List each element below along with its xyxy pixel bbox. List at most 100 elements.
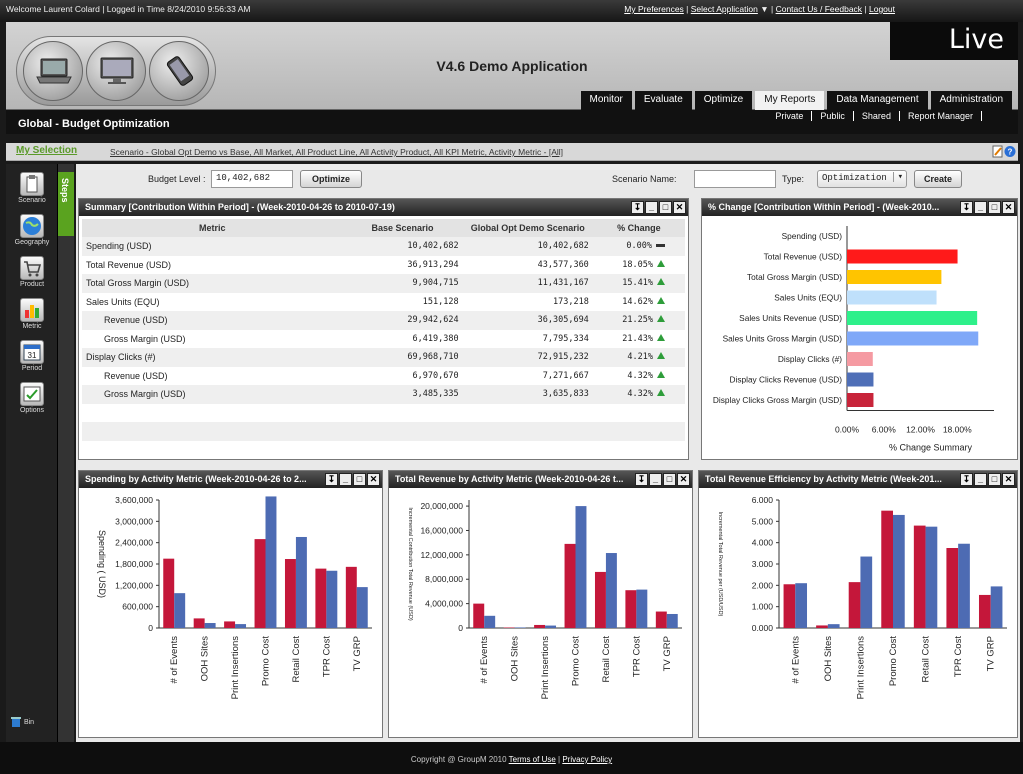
bar-series-1[interactable] (594, 571, 606, 628)
bar-series-2[interactable] (575, 506, 587, 628)
bar-series-2[interactable] (204, 623, 216, 628)
bar-series-2[interactable] (605, 553, 617, 628)
close-icon[interactable]: ✕ (673, 201, 686, 214)
tab-administration[interactable]: Administration (930, 91, 1012, 110)
terms-link[interactable]: Terms of Use (509, 755, 556, 764)
chevron-down-icon[interactable]: ▾ (892, 172, 903, 182)
close-icon[interactable]: ✕ (1002, 473, 1015, 486)
privacy-link[interactable]: Privacy Policy (562, 755, 612, 764)
maximize-icon[interactable]: □ (988, 473, 1001, 486)
contact-us-link[interactable]: Contact Us / Feedback (776, 4, 862, 14)
close-icon[interactable]: ✕ (677, 473, 690, 486)
bar-series-1[interactable] (881, 510, 893, 628)
table-row[interactable]: Total Gross Margin (USD) 9,904,715 11,431,… (82, 274, 685, 293)
bar-series-1[interactable] (625, 590, 637, 628)
table-row[interactable]: Display Clicks (#) 69,968,710 72,915,232 4.… (82, 348, 685, 367)
edit-icon[interactable] (992, 145, 1003, 158)
table-row[interactable]: Spending (USD) 10,402,682 10,402,682 0.00% (82, 237, 685, 256)
bar-series-2[interactable] (265, 496, 277, 628)
maximize-icon[interactable]: □ (659, 201, 672, 214)
bar-series-1[interactable] (193, 618, 205, 628)
col-header-base[interactable]: Base Scenario (342, 219, 463, 237)
selection-crumbs[interactable]: Scenario - Global Opt Demo vs Base, All … (110, 147, 563, 157)
bar-series-2[interactable] (827, 624, 840, 628)
maximize-icon[interactable]: □ (353, 473, 366, 486)
tab-evaluate[interactable]: Evaluate (634, 91, 692, 110)
subnav-shared[interactable]: Shared (854, 111, 900, 121)
bar-series-1[interactable] (655, 611, 667, 628)
logout-link[interactable]: Logout (869, 4, 895, 14)
table-row[interactable]: Sales Units (EQU) 151,128 173,218 14.62% (82, 293, 685, 312)
type-select[interactable]: Optimization ▾ (817, 170, 907, 188)
bar[interactable] (847, 393, 874, 407)
maximize-icon[interactable]: □ (988, 201, 1001, 214)
export-icon[interactable]: ↧ (960, 201, 973, 214)
bar[interactable] (847, 331, 979, 346)
close-icon[interactable]: ✕ (367, 473, 380, 486)
bar-series-1[interactable] (848, 582, 861, 628)
create-button[interactable]: Create (914, 170, 962, 188)
tab-optimize[interactable]: Optimize (694, 91, 753, 110)
budget-level-input[interactable]: 10,402,682 (211, 170, 293, 188)
minimize-icon[interactable]: _ (974, 473, 987, 486)
bar-series-2[interactable] (636, 589, 648, 628)
sidebar-item-metric[interactable]: Metric (14, 298, 50, 330)
bar-series-2[interactable] (356, 587, 368, 628)
bar-series-1[interactable] (534, 624, 546, 628)
bar-series-1[interactable] (284, 559, 296, 628)
minimize-icon[interactable]: _ (645, 201, 658, 214)
bar-series-1[interactable] (315, 568, 327, 628)
optimize-button[interactable]: Optimize (300, 170, 362, 188)
scenario-name-input[interactable] (694, 170, 776, 188)
bar-series-2[interactable] (484, 615, 496, 628)
bar-series-1[interactable] (783, 584, 796, 628)
bar-series-2[interactable] (174, 593, 186, 628)
bar-series-2[interactable] (295, 536, 307, 628)
bar-series-1[interactable] (978, 594, 991, 628)
subnav-report-manager[interactable]: Report Manager (900, 111, 982, 121)
bar-series-2[interactable] (235, 624, 247, 628)
minimize-icon[interactable]: _ (974, 201, 987, 214)
tab-monitor[interactable]: Monitor (580, 91, 632, 110)
col-header-pct[interactable]: % Change (592, 219, 685, 237)
sidebar-item-period[interactable]: 31 Period (14, 340, 50, 372)
bar-series-1[interactable] (816, 625, 828, 628)
table-row[interactable]: Gross Margin (USD) 6,419,380 7,795,334 21.4… (82, 330, 685, 349)
my-selection-link[interactable]: My Selection (16, 145, 77, 156)
sidebar-item-bin[interactable]: Bin (10, 716, 46, 728)
bar-series-2[interactable] (893, 514, 905, 628)
table-row[interactable]: Revenue (USD) 29,942,624 36,305,694 21.25% (82, 311, 685, 330)
subnav-public[interactable]: Public (812, 111, 854, 121)
select-application-link[interactable]: Select Application (691, 4, 758, 14)
export-icon[interactable]: ↧ (635, 473, 648, 486)
bar-series-1[interactable] (163, 558, 175, 628)
table-row[interactable]: Total Revenue (USD) 36,913,294 43,577,360 1… (82, 256, 685, 275)
bar-series-1[interactable] (946, 548, 959, 628)
close-icon[interactable]: ✕ (1002, 201, 1015, 214)
bar-series-1[interactable] (473, 603, 485, 628)
steps-tab[interactable]: Steps (58, 172, 74, 236)
bar-series-2[interactable] (514, 627, 526, 628)
sidebar-item-product[interactable]: Product (14, 256, 50, 288)
bar[interactable] (847, 290, 937, 305)
bar-series-1[interactable] (503, 627, 515, 629)
bar-series-2[interactable] (545, 625, 557, 628)
minimize-icon[interactable]: _ (339, 473, 352, 486)
bar[interactable] (847, 372, 874, 387)
bar-series-2[interactable] (795, 583, 808, 628)
maximize-icon[interactable]: □ (663, 473, 676, 486)
bar[interactable] (847, 352, 873, 366)
subnav-private[interactable]: Private (767, 111, 813, 121)
bar-series-1[interactable] (564, 543, 576, 628)
export-icon[interactable]: ↧ (960, 473, 973, 486)
sidebar-item-options[interactable]: Options (14, 382, 50, 414)
bar-series-1[interactable] (254, 539, 266, 628)
export-icon[interactable]: ↧ (325, 473, 338, 486)
minimize-icon[interactable]: _ (649, 473, 662, 486)
sidebar-item-geography[interactable]: Geography (14, 214, 50, 246)
sidebar-item-scenario[interactable]: Scenario (14, 172, 50, 204)
bar-series-1[interactable] (345, 566, 357, 628)
tab-data-management[interactable]: Data Management (827, 91, 928, 110)
bar-series-2[interactable] (666, 613, 678, 628)
bar-series-1[interactable] (913, 525, 926, 628)
